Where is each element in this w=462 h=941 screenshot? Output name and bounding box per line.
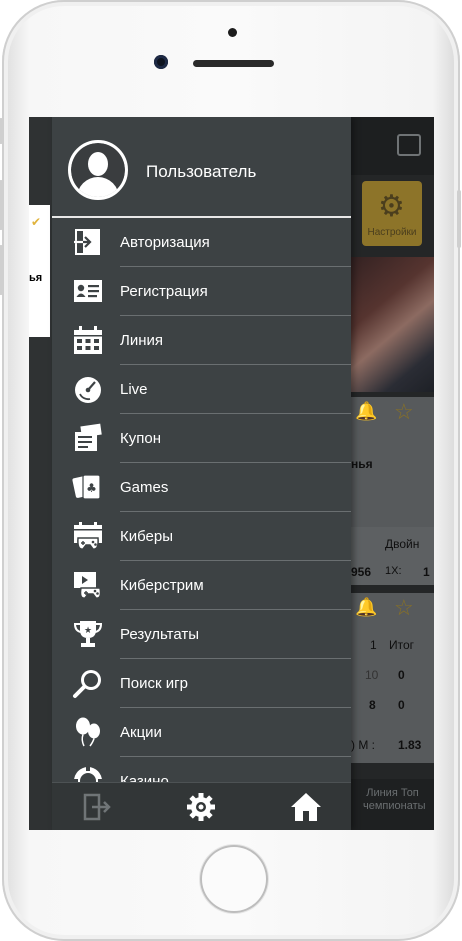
menu-item-promotions[interactable]: Акции xyxy=(52,708,351,757)
login-icon xyxy=(74,229,100,255)
menu-item-label: Акции xyxy=(120,724,162,741)
bg-text-double: Двойн xyxy=(385,537,420,551)
bg-banner-image xyxy=(351,257,434,392)
bg-score-header-1: 1 xyxy=(370,638,377,652)
menu-item-label: Поиск игр xyxy=(120,675,188,692)
gear-icon: ⚙ xyxy=(378,190,405,223)
left-edge-text: ья xyxy=(29,272,43,284)
side-button-volume-up xyxy=(0,180,3,230)
menu-item-label: Games xyxy=(120,479,169,496)
id-card-icon xyxy=(74,280,102,302)
home-button[interactable] xyxy=(200,845,268,913)
menu-item-label: Линия xyxy=(120,332,164,349)
home-icon[interactable] xyxy=(288,789,324,825)
bg-score-cell: 8 xyxy=(369,698,376,712)
menu-item-label: Регистрация xyxy=(120,283,208,300)
navigation-drawer: Пользователь Авторизация Регистрация Лин… xyxy=(52,117,351,830)
wallet-icon xyxy=(397,134,421,156)
menu-item-game-search[interactable]: Поиск игр xyxy=(52,659,351,708)
side-button-power xyxy=(457,190,461,248)
menu-item-games[interactable]: ♣ Games xyxy=(52,463,351,512)
bg-score-header-2: Итог xyxy=(389,638,415,652)
menu-item-line[interactable]: Линия xyxy=(52,316,351,365)
menu-item-registration[interactable]: Регистрация xyxy=(52,267,351,316)
menu-item-label: Киберстрим xyxy=(120,577,204,594)
bg-odds-value-2: 1 xyxy=(423,565,430,579)
trophy-icon: ★ xyxy=(73,621,103,647)
calendar-icon xyxy=(74,326,102,354)
side-button-mute xyxy=(0,118,3,144)
menu-item-label: Купон xyxy=(120,430,161,447)
bg-market-value: 1.83 xyxy=(398,738,422,752)
bg-footer-label: Линия Топ чемпионаты xyxy=(363,787,426,812)
chevron-icon: ✔ xyxy=(31,215,42,229)
bg-score-cell: 0 xyxy=(398,698,405,712)
bg-text-fragment: нья xyxy=(351,457,373,471)
bg-footer-tab: Линия Топ чемпионаты xyxy=(351,779,434,830)
svg-text:★: ★ xyxy=(84,626,92,636)
bg-score-cell: 0 xyxy=(398,668,405,682)
screen: ⚙ Настройки 🔔 ☆ нья Двойн 956 1X: 1 🔔 ☆ … xyxy=(29,117,434,830)
cyber-calendar-icon xyxy=(74,522,102,550)
logout-icon[interactable] xyxy=(78,789,114,825)
settings-gear-icon[interactable] xyxy=(183,789,219,825)
svg-text:♣: ♣ xyxy=(86,481,97,495)
bg-odds-row: Двойн 956 1X: 1 xyxy=(351,527,434,585)
casino-chip-icon xyxy=(74,767,102,783)
menu-item-cyberstream[interactable]: Киберстрим xyxy=(52,561,351,610)
left-edge-card: ✔ ья xyxy=(29,205,50,337)
bg-score-cell: 10 xyxy=(365,668,379,682)
bell-icon: 🔔 xyxy=(355,597,378,617)
menu-item-authorization[interactable]: Авторизация xyxy=(52,218,351,267)
bg-header xyxy=(351,117,434,175)
bg-event-card-1: 🔔 ☆ нья xyxy=(351,397,434,527)
ticket-icon xyxy=(75,423,102,451)
menu-item-results[interactable]: ★ Результаты xyxy=(52,610,351,659)
bg-market-label: ) М : xyxy=(351,738,375,752)
bg-odds-label: 1X: xyxy=(385,565,402,577)
menu-item-label: Киберы xyxy=(120,528,174,545)
stream-gamepad-icon xyxy=(74,572,102,599)
bg-settings-tile: ⚙ Настройки xyxy=(362,181,422,246)
star-icon: ☆ xyxy=(394,399,414,424)
drawer-bottom-bar xyxy=(52,782,351,830)
drawer-menu: Авторизация Регистрация Линия Live Купон… xyxy=(52,218,351,783)
background-app: ⚙ Настройки 🔔 ☆ нья Двойн 956 1X: 1 🔔 ☆ … xyxy=(351,117,434,830)
playing-cards-icon: ♣ xyxy=(72,474,101,500)
sensor xyxy=(228,28,237,37)
user-profile-header[interactable]: Пользователь xyxy=(52,117,351,218)
bg-event-card-2: 🔔 ☆ 1 Итог 10 0 8 0 ) М : 1.83 xyxy=(351,593,434,763)
avatar xyxy=(68,140,128,200)
menu-item-casino[interactable]: Казино xyxy=(52,757,351,783)
menu-item-label: Результаты xyxy=(120,626,199,643)
front-camera xyxy=(154,55,168,69)
bg-odds-value: 956 xyxy=(351,565,372,579)
menu-item-cyber[interactable]: Киберы xyxy=(52,512,351,561)
left-edge-strip: ✔ ья xyxy=(29,117,52,830)
star-icon: ☆ xyxy=(394,595,414,620)
menu-item-label: Live xyxy=(120,381,148,398)
menu-item-live[interactable]: Live xyxy=(52,365,351,414)
balloons-icon xyxy=(76,717,100,747)
earpiece-speaker xyxy=(193,60,274,67)
bg-settings-label: Настройки xyxy=(367,227,417,238)
stopwatch-icon xyxy=(75,377,101,403)
menu-item-label: Авторизация xyxy=(120,234,210,251)
menu-item-coupon[interactable]: Купон xyxy=(52,414,351,463)
bell-icon: 🔔 xyxy=(355,401,378,421)
user-name: Пользователь xyxy=(146,162,257,181)
side-button-volume-down xyxy=(0,245,3,295)
magnifier-icon xyxy=(73,670,101,698)
